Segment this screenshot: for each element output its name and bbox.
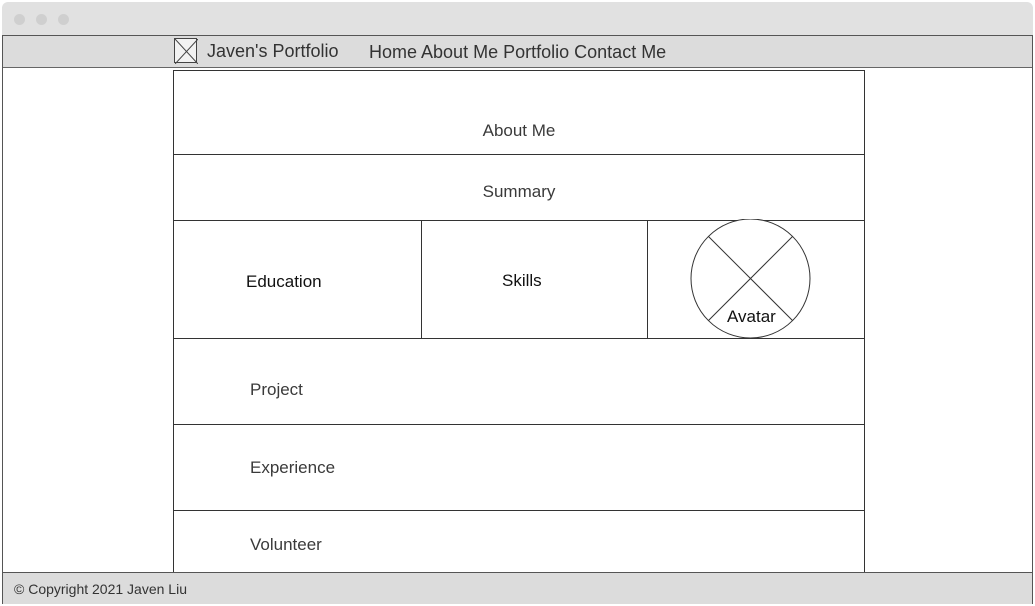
experience-section: Experience — [250, 458, 336, 477]
copyright-text: © Copyright 2021 Javen Liu — [14, 581, 187, 597]
education-section: Education — [246, 272, 322, 291]
divider — [173, 424, 865, 425]
minimize-window-dot-icon[interactable] — [36, 14, 47, 25]
divider — [421, 220, 422, 338]
volunteer-section: Volunteer — [250, 535, 322, 554]
nav-link-about-me[interactable]: About Me — [421, 42, 498, 62]
about-me-heading: About Me — [482, 121, 556, 140]
nav-links: Home About Me Portfolio Contact Me — [369, 42, 666, 63]
skills-section: Skills — [502, 271, 542, 290]
divider — [647, 220, 648, 338]
maximize-window-dot-icon[interactable] — [58, 14, 69, 25]
logo-image-placeholder-icon[interactable] — [174, 38, 198, 64]
project-section: Project — [250, 380, 303, 399]
nav-link-contact-me[interactable]: Contact Me — [574, 42, 666, 62]
nav-link-portfolio[interactable]: Portfolio — [503, 42, 569, 62]
brand-name[interactable]: Javen's Portfolio — [207, 41, 339, 62]
divider — [173, 154, 865, 155]
summary-section: Summary — [482, 182, 556, 201]
browser-window: Javen's Portfolio Home About Me Portfoli… — [0, 0, 1035, 606]
close-window-dot-icon[interactable] — [14, 14, 25, 25]
divider — [173, 510, 865, 511]
nav-link-home[interactable]: Home — [369, 42, 417, 62]
window-titlebar — [2, 2, 1033, 35]
avatar-label: Avatar — [726, 307, 777, 327]
